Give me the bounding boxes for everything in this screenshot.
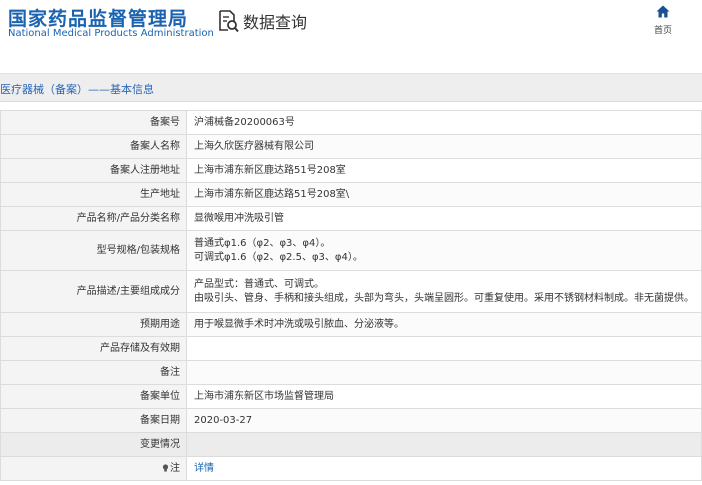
lightbulb-icon [162, 463, 169, 471]
field-label-filing-authority: 备案单位 [0, 384, 187, 409]
field-value-product-name: 显微喉用冲洗吸引管 [186, 206, 702, 231]
field-label-product-name: 产品名称/产品分类名称 [0, 206, 187, 231]
field-value-registrant-address: 上海市浦东新区鹿达路51号208室 [186, 158, 702, 183]
section-header: 医疗器械（备案）——基本信息 [0, 73, 702, 102]
field-label-registrant-address: 备案人注册地址 [0, 158, 187, 183]
home-label: 首页 [653, 26, 672, 36]
home-link[interactable]: 首页 [648, 5, 678, 36]
document-search-icon [219, 10, 239, 33]
field-label-note-text: 注 [170, 462, 180, 474]
field-value-model-spec: 普通式φ1.6（φ2、φ3、φ4）。 可调式φ1.6（φ2、φ2.5、φ3、φ4… [186, 230, 702, 271]
table-row: 产品存储及有效期 [0, 336, 702, 361]
details-link[interactable]: 详情 [194, 462, 701, 476]
section-title: 医疗器械（备案）——基本信息 [0, 83, 154, 96]
field-value-note: 详情 [186, 456, 702, 481]
table-row: 产品描述/主要组成成分 产品型式：普通式、可调式。 由吸引头、管身、手柄和接头组… [0, 270, 702, 313]
field-value-change-status [186, 432, 702, 457]
field-value-product-description: 产品型式：普通式、可调式。 由吸引头、管身、手柄和接头组成，头部为弯头，头端呈圆… [186, 270, 702, 313]
table-row: 注 详情 [0, 456, 702, 481]
table-row: 生产地址 上海市浦东新区鹿达路51号208室\ [0, 182, 702, 207]
field-value-storage-validity [186, 336, 702, 361]
table-row: 产品名称/产品分类名称 显微喉用冲洗吸引管 [0, 206, 702, 231]
table-row: 备注 [0, 360, 702, 385]
table-row: 型号规格/包装规格 普通式φ1.6（φ2、φ3、φ4）。 可调式φ1.6（φ2、… [0, 230, 702, 271]
agency-logo-english[interactable]: National Medical Products Administration [8, 28, 214, 39]
table-row: 变更情况 [0, 432, 702, 457]
table-row: 备案单位 上海市浦东新区市场监督管理局 [0, 384, 702, 409]
data-query-label: 数据查询 [243, 13, 308, 32]
field-label-remarks: 备注 [0, 360, 187, 385]
table-row: 备案号 沪浦械备20200063号 [0, 110, 702, 135]
record-details-table: 备案号 沪浦械备20200063号 备案人名称 上海久欣医疗器械有限公司 备案人… [0, 110, 702, 481]
field-label-model-spec: 型号规格/包装规格 [0, 230, 187, 271]
field-value-production-address: 上海市浦东新区鹿达路51号208室\ [186, 182, 702, 207]
table-row: 备案人注册地址 上海市浦东新区鹿达路51号208室 [0, 158, 702, 183]
field-label-registrant-name: 备案人名称 [0, 134, 187, 159]
table-row: 备案日期 2020-03-27 [0, 408, 702, 433]
field-label-intended-use: 预期用途 [0, 312, 187, 337]
field-value-filing-authority: 上海市浦东新区市场监督管理局 [186, 384, 702, 409]
data-query-link[interactable]: 数据查询 [217, 8, 307, 34]
field-label-production-address: 生产地址 [0, 182, 187, 207]
field-value-filing-number: 沪浦械备20200063号 [186, 110, 702, 135]
field-label-filing-number: 备案号 [0, 110, 187, 135]
field-label-storage-validity: 产品存储及有效期 [0, 336, 187, 361]
field-value-filing-date: 2020-03-27 [186, 408, 702, 433]
field-label-product-description: 产品描述/主要组成成分 [0, 270, 187, 313]
site-header: 国家药品监督管理局 National Medical Products Admi… [0, 0, 702, 62]
field-label-filing-date: 备案日期 [0, 408, 187, 433]
table-row: 预期用途 用于喉显微手术时冲洗或吸引脓血、分泌液等。 [0, 312, 702, 337]
field-value-registrant-name: 上海久欣医疗器械有限公司 [186, 134, 702, 159]
home-icon [656, 5, 670, 18]
field-label-change-status: 变更情况 [0, 432, 187, 457]
field-value-remarks [186, 360, 702, 385]
field-value-intended-use: 用于喉显微手术时冲洗或吸引脓血、分泌液等。 [186, 312, 702, 337]
field-label-note: 注 [0, 456, 187, 481]
agency-logo-chinese[interactable]: 国家药品监督管理局 [8, 4, 188, 31]
table-row: 备案人名称 上海久欣医疗器械有限公司 [0, 134, 702, 159]
